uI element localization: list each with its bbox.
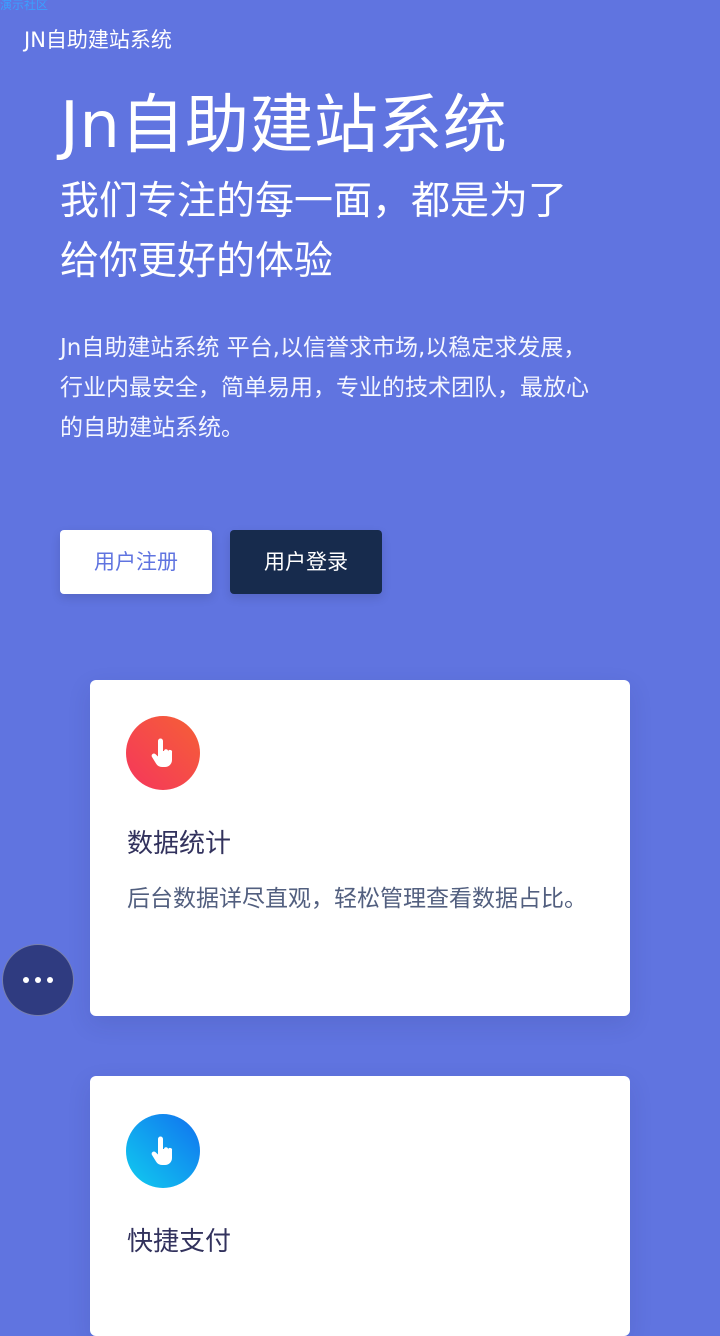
hand-pointer-icon [126, 716, 200, 790]
more-dots-icon [23, 977, 29, 983]
feature-title: 快捷支付 [127, 1227, 232, 1257]
hand-pointer-icon [126, 1114, 200, 1188]
community-link[interactable]: 演示社区 [0, 0, 48, 12]
feature-card-quick-pay: 快捷支付 [90, 1076, 630, 1336]
feature-description: 后台数据详尽直观，轻松管理查看数据占比。 [127, 886, 587, 912]
floating-menu-button[interactable] [2, 944, 74, 1016]
register-button[interactable]: 用户注册 [60, 530, 212, 594]
hero-title: Jn自助建站系统 [60, 89, 508, 163]
feature-title: 数据统计 [127, 829, 232, 859]
hero-description: Jn自助建站系统 平台,以信誉求市场,以稳定求发展，行业内最安全，简单易用，专业… [60, 335, 589, 441]
login-button[interactable]: 用户登录 [230, 530, 382, 594]
more-dots-icon [35, 977, 41, 983]
more-dots-icon [47, 977, 53, 983]
hero-subtitle: 我们专注的每一面，都是为了给你更好的体验 [60, 179, 568, 284]
feature-card-data-stats: 数据统计 后台数据详尽直观，轻松管理查看数据占比。 [90, 680, 630, 1016]
brand-title[interactable]: JN自助建站系统 [24, 26, 172, 54]
